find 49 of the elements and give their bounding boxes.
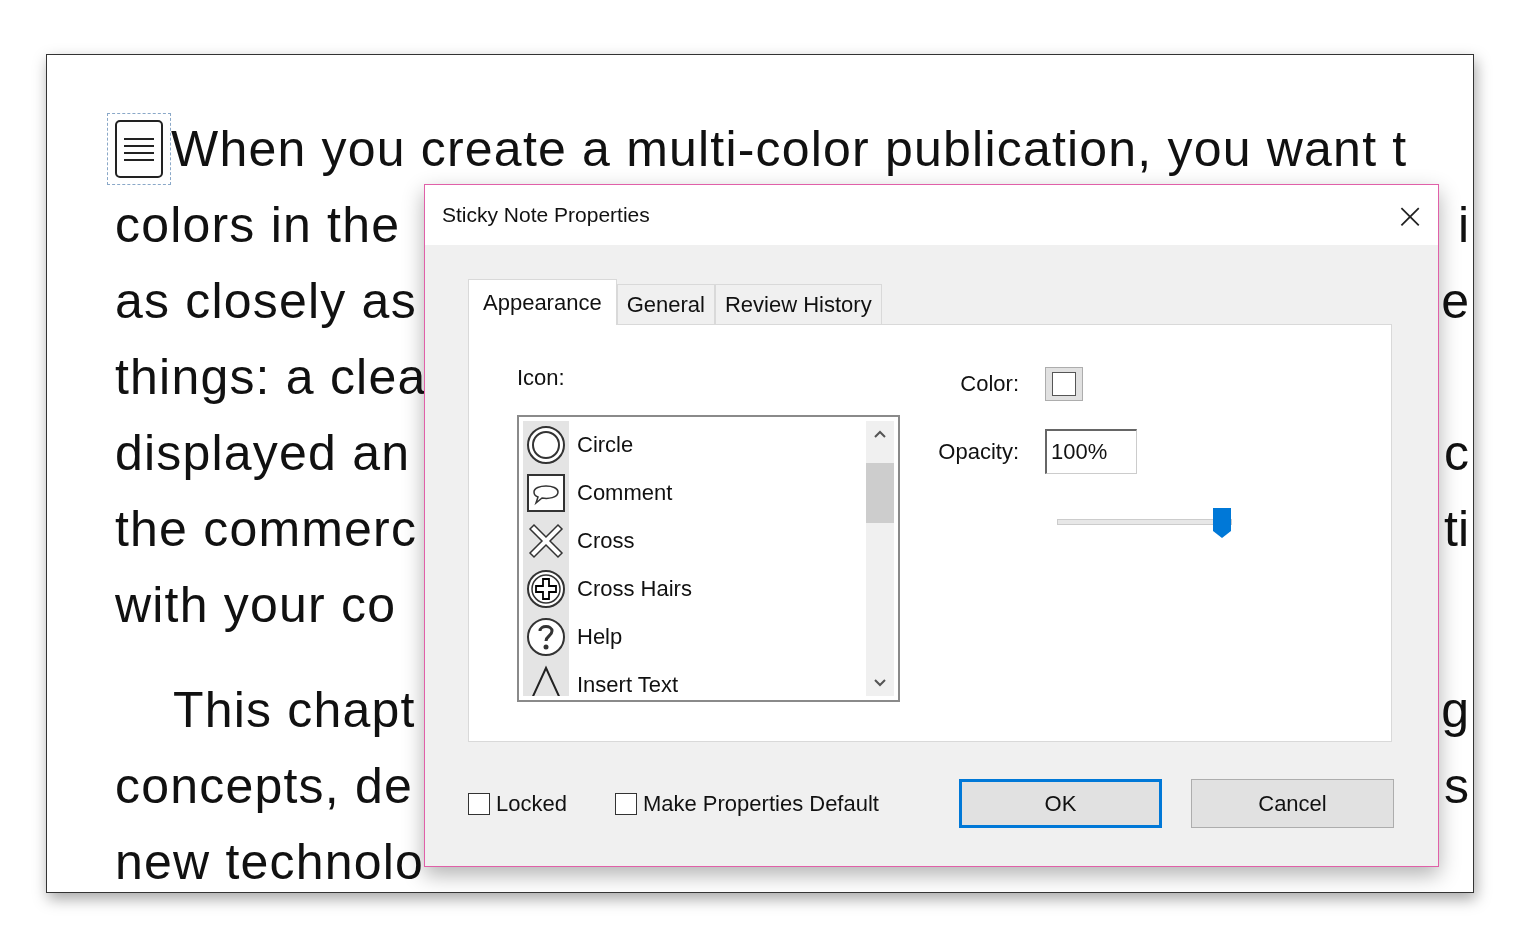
document-text: c: [1444, 424, 1469, 482]
opacity-field[interactable]: 100%: [1045, 429, 1137, 474]
speech-bubble-icon: [526, 473, 566, 513]
opacity-label: Opacity:: [937, 438, 1019, 465]
color-label: Color:: [959, 371, 1019, 397]
list-item[interactable]: Help: [577, 624, 623, 650]
dialog-title: Sticky Note Properties: [442, 203, 650, 227]
help-icon: [526, 617, 566, 657]
scroll-up-icon[interactable]: [873, 429, 887, 439]
document-text: concepts, de: [115, 757, 413, 815]
checkbox[interactable]: Make Properties Default: [614, 790, 879, 817]
scrollbar[interactable]: [866, 421, 894, 696]
list-item[interactable]: Circle: [577, 432, 634, 458]
ok-button[interactable]: OK: [959, 779, 1162, 828]
document-text: things: a clea: [115, 348, 427, 406]
document-text: the commerc: [115, 500, 418, 558]
opacity-slider[interactable]: [1057, 507, 1232, 539]
document-text: with your co: [115, 576, 397, 634]
cancel-button[interactable]: Cancel: [1191, 779, 1394, 828]
document-text: new technolo: [115, 833, 425, 891]
document-text: e: [1441, 272, 1469, 330]
list-item[interactable]: Comment: [577, 480, 673, 506]
document-text: displayed an: [115, 424, 411, 482]
close-button[interactable]: ×: [1382, 187, 1438, 243]
scroll-down-icon[interactable]: [873, 678, 887, 688]
document-text: This chapt: [173, 681, 416, 739]
checkbox[interactable]: Locked: [468, 790, 567, 817]
cross-icon: [526, 521, 566, 561]
crosshairs-icon: [526, 569, 566, 609]
list-item[interactable]: Cross Hairs: [577, 576, 692, 602]
tab[interactable]: Review History: [714, 284, 882, 324]
color-swatch[interactable]: [1045, 367, 1083, 401]
slider-thumb[interactable]: [1212, 507, 1232, 539]
circle-icon: [526, 425, 566, 465]
icon-list[interactable]: Circle Comment Cross Cross Hairs Help Insert Text: [517, 415, 900, 702]
document-text: ti: [1444, 500, 1469, 558]
document-text: i: [1457, 196, 1469, 254]
tab[interactable]: General: [616, 284, 715, 324]
document-text: s: [1444, 757, 1469, 815]
document-text: colors in the: [115, 196, 401, 254]
list-item[interactable]: Cross: [577, 528, 635, 554]
document-text: as closely as: [115, 272, 417, 330]
document-text: g: [1441, 681, 1469, 739]
sticky-note-icon[interactable]: [107, 113, 171, 185]
scroll-thumb[interactable]: [866, 463, 894, 523]
list-item[interactable]: Insert Text: [577, 672, 679, 696]
icon-label: Icon:: [517, 365, 565, 391]
tab[interactable]: Appearance: [468, 279, 617, 325]
document-text: When you create a multi-color publication, you want t: [171, 120, 1408, 178]
